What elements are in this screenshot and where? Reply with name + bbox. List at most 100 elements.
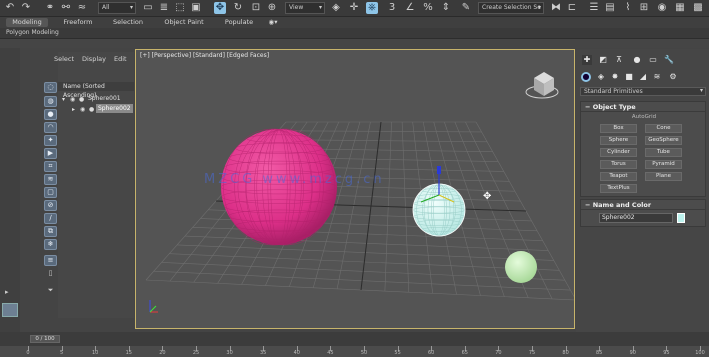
display-tab-icon[interactable]: ▭ (648, 55, 658, 65)
geosphere-button[interactable]: GeoSphere (645, 136, 682, 145)
cameras-category-icon[interactable]: ■ (624, 72, 634, 82)
select-by-name-icon[interactable]: ≣ (158, 2, 170, 14)
object-name-field[interactable]: Sphere002 (599, 213, 673, 223)
shapes-filter-icon[interactable]: ◠ (44, 122, 57, 133)
primitive-type-dropdown[interactable]: Standard Primitives (580, 87, 706, 96)
small-square-icon[interactable]: ▯ (44, 268, 57, 279)
cylinder-button[interactable]: Cylinder (600, 148, 637, 157)
bones-filter-icon[interactable]: ∕ (44, 213, 57, 224)
window-crossing-icon[interactable]: ▣ (190, 2, 202, 14)
edit-named-selection-icon[interactable]: ✎ (460, 2, 472, 14)
expand-arrow-icon[interactable]: ▸ (72, 105, 75, 114)
perspective-viewport[interactable]: ✥ MZCG www.mzcg.cn [+] [Perspective] [St… (135, 49, 575, 329)
geometry-category-icon[interactable]: ● (581, 72, 591, 82)
tab-object-paint[interactable]: Object Paint (160, 18, 208, 27)
filter-funnel-icon[interactable]: ⏷ (44, 285, 57, 296)
object-xrefs-filter-icon[interactable]: ⊘ (44, 200, 57, 211)
snaps-toggle-icon[interactable]: 3 (386, 2, 398, 14)
object-color-swatch[interactable] (677, 213, 685, 223)
select-place-icon[interactable]: ⊕ (266, 2, 278, 14)
sphere-button[interactable]: Sphere (600, 136, 637, 145)
helpers-filter-icon[interactable]: ⌗ (44, 161, 57, 172)
reference-coord-dropdown[interactable]: View (285, 2, 325, 14)
track-bar[interactable]: 0 5 10 15 20 25 30 35 40 45 50 55 60 65 70 75 80 85 90 95 10… (0, 346, 709, 357)
cameras-filter-icon[interactable]: ▶ (44, 148, 57, 159)
ribbon-options-icon[interactable]: ◉▾ (266, 18, 280, 27)
geometry-filter-icon[interactable]: ● (44, 109, 57, 120)
polygon-modeling-label[interactable]: Polygon Modeling (6, 29, 59, 36)
tab-modeling[interactable]: Modeling (6, 18, 48, 27)
plane-button[interactable]: Plane (645, 172, 682, 181)
render-frame-icon[interactable]: ▩ (692, 2, 704, 14)
freeze-dot-icon[interactable]: ● (79, 95, 84, 104)
select-scale-icon[interactable]: ⊡ (250, 2, 262, 14)
groups-filter-icon[interactable]: ▢ (44, 187, 57, 198)
expand-arrow-icon[interactable]: ▸ (5, 288, 9, 296)
explorer-menu-display[interactable]: Display (82, 55, 106, 63)
explorer-menu-edit[interactable]: Edit (114, 55, 127, 63)
utilities-tab-icon[interactable]: 🔧 (664, 55, 674, 65)
freeze-dot-icon[interactable]: ● (89, 105, 94, 114)
pyramid-button[interactable]: Pyramid (645, 160, 682, 169)
selection-filter-dropdown[interactable]: All (98, 2, 136, 14)
render-setup-icon[interactable]: ▦ (674, 2, 686, 14)
object-type-header[interactable]: Object Type (581, 102, 705, 112)
sphere001-object[interactable] (220, 128, 338, 246)
undo-icon[interactable]: ↶ (4, 2, 16, 14)
bind-space-warp-icon[interactable]: ≈ (76, 2, 88, 14)
list-item[interactable]: ▾ ◉ ● Sphere001 (58, 94, 134, 103)
expand-arrow-icon[interactable]: ▾ (62, 95, 65, 104)
explorer-menu-select[interactable]: Select (54, 55, 74, 63)
named-selection-sets-dropdown[interactable]: Create Selection Se (478, 2, 544, 14)
containers-filter-icon[interactable]: ⧉ (44, 226, 57, 237)
unlink-icon[interactable]: ⚯ (60, 2, 72, 14)
percent-snap-icon[interactable]: % (422, 2, 434, 14)
helpers-category-icon[interactable]: ◢ (638, 72, 648, 82)
list-item[interactable]: ▸ ◉ ● Sphere002 (58, 104, 134, 113)
teapot-button[interactable]: Teapot (600, 172, 637, 181)
small-green-sphere[interactable] (505, 251, 537, 283)
time-slider[interactable]: 0 / 100 (30, 335, 60, 343)
select-rotate-icon[interactable]: ↻ (232, 2, 244, 14)
textplus-button[interactable]: TextPlus (600, 184, 637, 193)
lights-filter-icon[interactable]: ✦ (44, 135, 57, 146)
scene-explorer-toggle-icon[interactable]: ☰ (588, 2, 600, 14)
name-and-color-header[interactable]: Name and Color (581, 200, 705, 210)
viewport-layout-button[interactable] (2, 303, 18, 317)
mirror-icon[interactable]: ⧓ (550, 2, 562, 14)
visibility-eye-icon[interactable]: ◉ (70, 95, 75, 104)
spinner-snap-icon[interactable]: ⇕ (440, 2, 452, 14)
angle-snap-icon[interactable]: ∠ (404, 2, 416, 14)
space-warps-category-icon[interactable]: ≋ (652, 72, 662, 82)
create-tab-icon[interactable]: ✚ (582, 55, 592, 65)
align-icon[interactable]: ⊏ (566, 2, 578, 14)
modify-tab-icon[interactable]: ◩ (598, 55, 608, 65)
select-move-icon[interactable]: ✥ (214, 2, 226, 14)
viewcube[interactable] (525, 72, 559, 99)
link-icon[interactable]: ⚭ (44, 2, 56, 14)
hierarchy-tab-icon[interactable]: ⊼ (614, 55, 624, 65)
cone-button[interactable]: Cone (645, 124, 682, 133)
box-button[interactable]: Box (600, 124, 637, 133)
torus-button[interactable]: Torus (600, 160, 637, 169)
display-all-icon[interactable]: ◍ (44, 96, 57, 107)
selection-set-filter-icon[interactable]: ≡ (44, 255, 57, 266)
redo-icon[interactable]: ↷ (20, 2, 32, 14)
visibility-eye-icon[interactable]: ◉ (80, 105, 85, 114)
motion-tab-icon[interactable]: ● (632, 55, 642, 65)
keyboard-shortcut-icon[interactable]: ⎈ (366, 2, 378, 14)
tab-freeform[interactable]: Freeform (58, 18, 98, 27)
select-manipulate-icon[interactable]: ✛ (348, 2, 360, 14)
systems-category-icon[interactable]: ⚙ (668, 72, 678, 82)
viewport-label[interactable]: [+] [Perspective] [Standard] [Edged Face… (140, 52, 269, 59)
pivot-center-icon[interactable]: ◈ (330, 2, 342, 14)
tab-selection[interactable]: Selection (108, 18, 148, 27)
curve-editor-icon[interactable]: ⌇ (622, 2, 634, 14)
tube-button[interactable]: Tube (645, 148, 682, 157)
schematic-view-icon[interactable]: ⊞ (638, 2, 650, 14)
layer-explorer-icon[interactable]: ▤ (604, 2, 616, 14)
explorer-column-header[interactable]: Name (Sorted Ascending) (58, 82, 134, 99)
tab-populate[interactable]: Populate (220, 18, 258, 27)
select-object-icon[interactable]: ▭ (142, 2, 154, 14)
autogrid-checkbox[interactable]: AutoGrid (581, 114, 707, 120)
